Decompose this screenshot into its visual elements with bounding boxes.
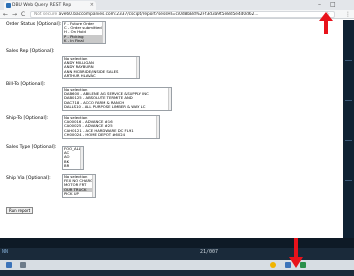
annotation-arrow-down-icon — [289, 238, 303, 268]
ship-via-label: Ship Via [Optional]: — [6, 176, 51, 181]
scrollbar[interactable] — [92, 175, 95, 197]
browser-tab[interactable]: DBU Web Query REST Rep × — [4, 1, 96, 10]
report-form: Order Status [Optional]: F - Future Orde… — [0, 20, 354, 238]
not-secure-label: Not secure — [34, 12, 58, 17]
sales-rep-option[interactable]: ARTHUR HLAVAC — [63, 73, 139, 78]
tab-close-icon[interactable]: × — [90, 1, 94, 10]
start-icon[interactable] — [6, 262, 12, 268]
scrollbar[interactable] — [80, 147, 83, 169]
status-mid-text: 21/007 — [200, 249, 219, 255]
scrollbar[interactable] — [156, 116, 159, 138]
sales-rep-label: Sales Rep [Optional]: — [6, 49, 55, 54]
status-left-text: NN — [2, 249, 9, 255]
search-icon[interactable] — [20, 262, 26, 268]
bill-to-option[interactable]: DALLS10 - ALL PURPOSE LIMBER & WAY LC — [63, 104, 171, 109]
browser-tab-strip: DBU Web Query REST Rep × – □ — [0, 0, 354, 10]
browser-menu-icon[interactable]: ⋮ — [345, 10, 351, 19]
sales-type-select[interactable]: FOO_ALL AC AO BK BR — [62, 146, 84, 170]
run-report-button[interactable]: Run report — [6, 207, 34, 214]
forward-arrow-icon[interactable]: → — [12, 10, 17, 19]
page-favicon-icon — [6, 3, 11, 8]
order-status-option[interactable]: K - In Final — [63, 38, 105, 43]
url-text: ave60.baccompanies.com:2337/cscipt/repor… — [58, 12, 259, 17]
window-maximize-button[interactable]: □ — [330, 0, 336, 9]
address-bar[interactable]: Not secure ave60.baccompanies.com:2337/c… — [30, 11, 335, 18]
window-minimize-button[interactable]: – — [318, 0, 321, 9]
scrollbar[interactable] — [102, 22, 105, 43]
annotation-arrow-up-icon — [319, 12, 333, 34]
ship-to-label: Ship-To [Optional]: — [6, 116, 49, 121]
order-status-select[interactable]: F - Future Order C - Order submitted H - O… — [62, 21, 106, 44]
scrollbar[interactable] — [168, 88, 171, 110]
tab-title: DBU Web Query REST Rep — [12, 3, 72, 8]
order-status-label: Order Status [Optional]: — [6, 22, 62, 27]
reload-icon[interactable]: C — [21, 10, 25, 19]
ship-via-select[interactable]: No selection FEX NO CHARGE MOTOR FRT OUR TR… — [62, 174, 96, 198]
chrome-icon[interactable] — [270, 262, 276, 268]
bill-to-label: Bill-To [Optional]: — [6, 82, 46, 87]
bill-to-select[interactable]: No selection DAB600 - ABILENE AG SERVICE … — [62, 87, 172, 111]
sales-rep-select[interactable]: No selection ANDY MILLIGAN ANDY RAYBURN ANN… — [62, 56, 140, 79]
browser-toolbar: ← → C Not secure ave60.baccompanies.com:… — [0, 10, 354, 19]
ship-to-option[interactable]: CH00024 - HOME DEPOT #6024 — [63, 132, 159, 137]
ship-to-select[interactable]: No selection CA00016 - ADVANCE #16 CA00025… — [62, 115, 160, 139]
scrollbar[interactable] — [136, 57, 139, 78]
background-window-edge — [343, 20, 354, 238]
ship-via-option[interactable]: PICK UP — [63, 191, 95, 196]
sales-type-label: Sales Type [Optional]: — [6, 145, 57, 150]
back-arrow-icon[interactable]: ← — [3, 10, 8, 19]
